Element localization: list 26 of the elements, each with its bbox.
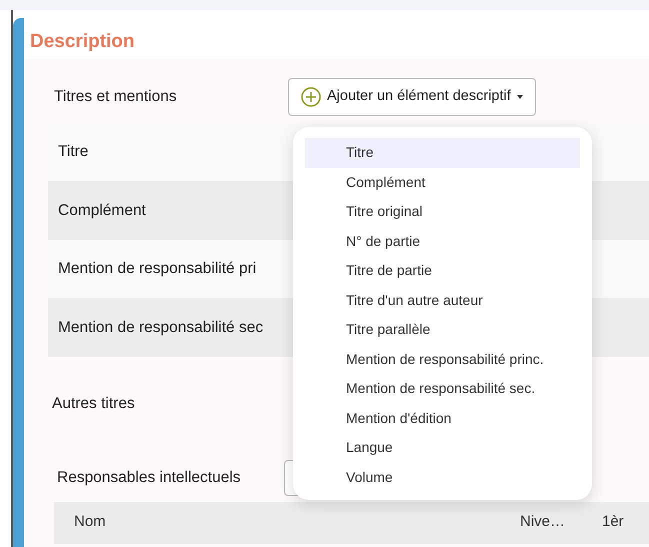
field-label: Autres titres — [52, 394, 135, 414]
column-header[interactable]: Nive… — [520, 511, 602, 534]
menu-item[interactable]: N° de partie — [305, 226, 580, 256]
row-label: Complément — [58, 200, 146, 221]
menu-item[interactable]: Titre d'un autre auteur — [305, 286, 580, 315]
add-icon — [301, 86, 321, 106]
row-label: Mention de responsabilité pri — [58, 259, 256, 280]
caret-icon — [516, 94, 523, 98]
menu-item[interactable]: Langue — [305, 433, 580, 462]
menu-item[interactable]: Titre parallèle — [305, 315, 580, 344]
menu-item[interactable]: Titre original — [305, 197, 580, 226]
menu-item[interactable]: Volume — [305, 462, 580, 492]
menu-item[interactable]: Complément — [305, 168, 580, 197]
section-title: Description — [29, 30, 136, 54]
menu-item[interactable]: Mention de responsabilité sec. — [305, 374, 580, 404]
add-element-button[interactable]: Ajouter un élément descriptif — [288, 78, 536, 116]
field-label: Responsables intellectuels — [57, 468, 242, 488]
column-header[interactable]: 1èr — [602, 511, 642, 534]
field-label: Titres et mentions — [54, 86, 178, 107]
menu-item[interactable]: Mention d'édition — [305, 404, 580, 433]
menu-item[interactable]: Mention de responsabilité princ. — [305, 344, 580, 374]
column-header[interactable]: Nom — [54, 511, 520, 534]
row-label: Mention de responsabilité sec — [58, 318, 264, 338]
row-label: Titre — [58, 142, 88, 162]
menu-item[interactable]: Titre — [305, 138, 580, 168]
menu-item[interactable]: Titre de partie — [305, 256, 580, 286]
